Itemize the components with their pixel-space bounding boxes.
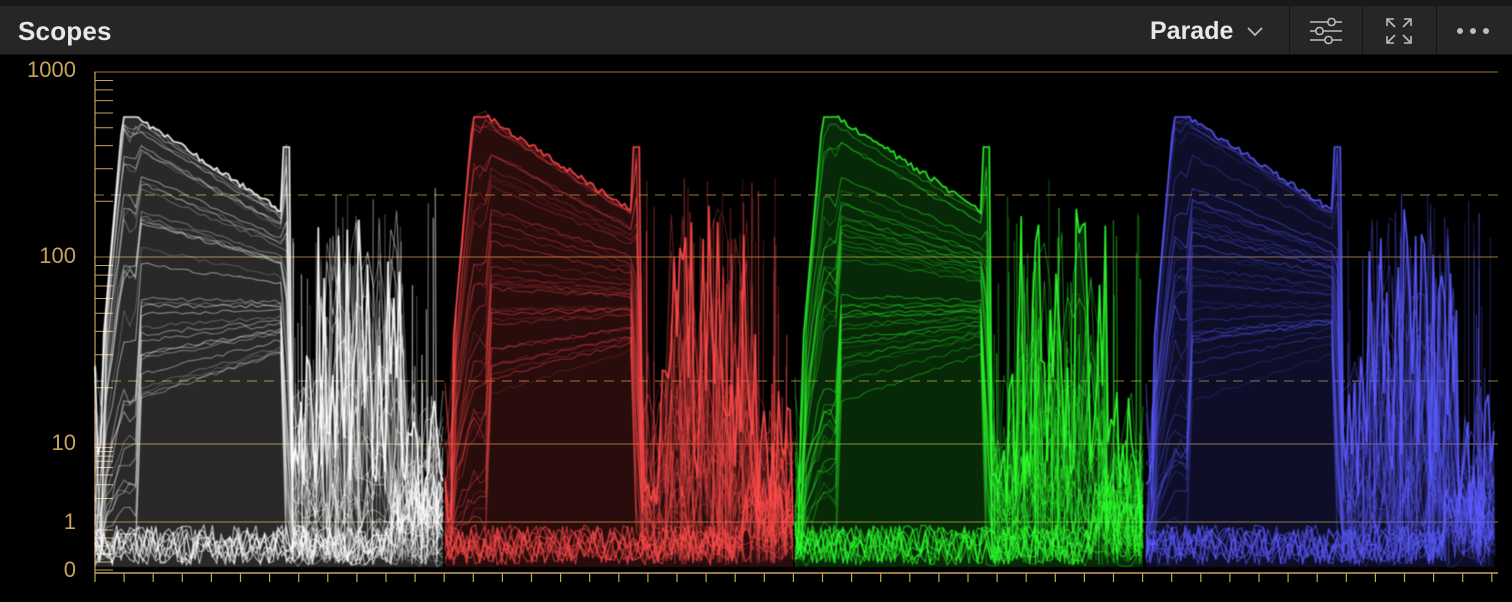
waveform-luma (94, 116, 444, 568)
waveform-spike (309, 305, 311, 564)
scopes-header: Scopes Parade (0, 0, 1512, 55)
waveform-spike (1454, 330, 1456, 560)
waveform-spike (1416, 323, 1418, 560)
panel-title: Scopes (18, 16, 112, 46)
chevron-down-icon (1247, 27, 1264, 37)
waveform-body (795, 116, 1143, 568)
scopes-panel: Scopes Parade 1000 100 10 1 0 (0, 0, 1512, 602)
waveform-spike (730, 254, 732, 561)
scope-mode-label: Parade (1150, 16, 1234, 45)
waveform-area (94, 71, 1498, 582)
waveform-spike (693, 243, 695, 563)
waveform-spike (1006, 196, 1008, 559)
waveform-blue (1145, 115, 1496, 568)
sliders-icon (1310, 17, 1342, 44)
waveform-spike (1087, 504, 1089, 558)
waveform-spike (1066, 341, 1068, 559)
parade-scope: 1000 100 10 1 0 (0, 55, 1512, 602)
waveform-traces (94, 110, 1496, 568)
scope-settings-button[interactable] (1290, 6, 1362, 55)
waveform-spike (1026, 253, 1029, 561)
waveform-green (794, 115, 1144, 568)
scope-mode-dropdown[interactable]: Parade (1140, 10, 1286, 52)
more-dots-icon (1457, 27, 1489, 34)
more-options-button[interactable] (1437, 6, 1509, 55)
waveform-spike (394, 270, 396, 563)
waveform-red (444, 110, 794, 568)
expand-icon (1386, 17, 1412, 44)
waveform-spike (339, 335, 342, 557)
waveform-spike (315, 242, 317, 558)
fullscreen-button[interactable] (1363, 6, 1435, 55)
